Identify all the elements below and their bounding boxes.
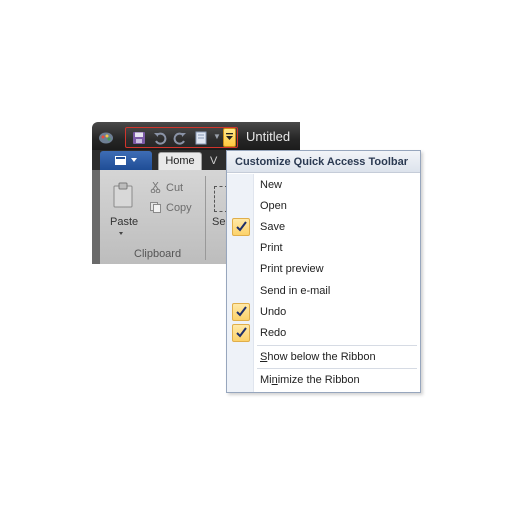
undo-icon[interactable] [153,131,167,145]
menu-item-print[interactable]: Print [227,238,420,259]
menu-item-show-below-ribbon[interactable]: Show below the Ribbon [227,347,420,368]
menu-separator [257,345,417,346]
file-menu-icon [115,156,126,165]
group-divider [205,176,206,260]
tab-view[interactable]: V [210,155,217,167]
chevron-down-icon[interactable]: ▼ [213,132,221,141]
chevron-down-icon[interactable] [119,232,123,235]
document-icon[interactable] [194,131,208,145]
save-icon[interactable] [132,131,146,145]
menu-item-label: Open [260,200,287,212]
checkmark-icon [232,324,250,342]
window-title: Untitled [246,129,291,144]
menu-item-open[interactable]: Open [227,196,420,217]
paste-button[interactable]: Paste [110,216,138,228]
menu-item-label: Send in e-mail [260,285,331,297]
menu-item-label: Show below the Ribbon [260,351,376,363]
chevron-down-icon [131,158,137,162]
menu-item-print-preview[interactable]: Print preview [227,259,420,280]
customize-dropdown-icon [226,133,233,140]
checkmark-icon [232,303,250,321]
copy-button[interactable]: Copy [166,202,192,214]
copy-icon [150,202,161,213]
scissors-icon [150,182,161,193]
redo-icon[interactable] [173,131,187,145]
paint-app-icon[interactable] [98,130,114,144]
quick-access-toolbar: ▼ [125,127,238,148]
clipboard-group-label: Clipboard [134,248,182,260]
customize-qat-menu: Customize Quick Access Toolbar New Open … [226,150,421,393]
menu-item-undo[interactable]: Undo [227,302,420,323]
menu-header: Customize Quick Access Toolbar [227,151,420,173]
menu-item-label: Redo [260,327,287,339]
menu-item-label: Print [260,242,283,254]
file-menu-button[interactable] [100,151,152,170]
menu-item-new[interactable]: New [227,175,420,196]
menu-item-redo[interactable]: Redo [227,323,420,344]
tab-home[interactable]: Home [158,152,202,170]
menu-item-label: Undo [260,306,287,318]
menu-item-send-email[interactable]: Send in e-mail [227,281,420,302]
cut-button[interactable]: Cut [166,182,183,194]
menu-item-save[interactable]: Save [227,217,420,238]
paste-icon[interactable] [113,182,133,208]
menu-item-label: New [260,179,283,191]
menu-item-minimize-ribbon[interactable]: Minimize the Ribbon [227,370,420,391]
title-bar: ▼ Untitled [92,122,300,150]
menu-item-label: Save [260,221,286,233]
menu-separator [257,368,417,369]
checkmark-icon [232,218,250,236]
menu-item-label: Print preview [260,263,324,275]
customize-qat-button[interactable] [223,128,236,147]
menu-item-label: Minimize the Ribbon [260,374,360,386]
